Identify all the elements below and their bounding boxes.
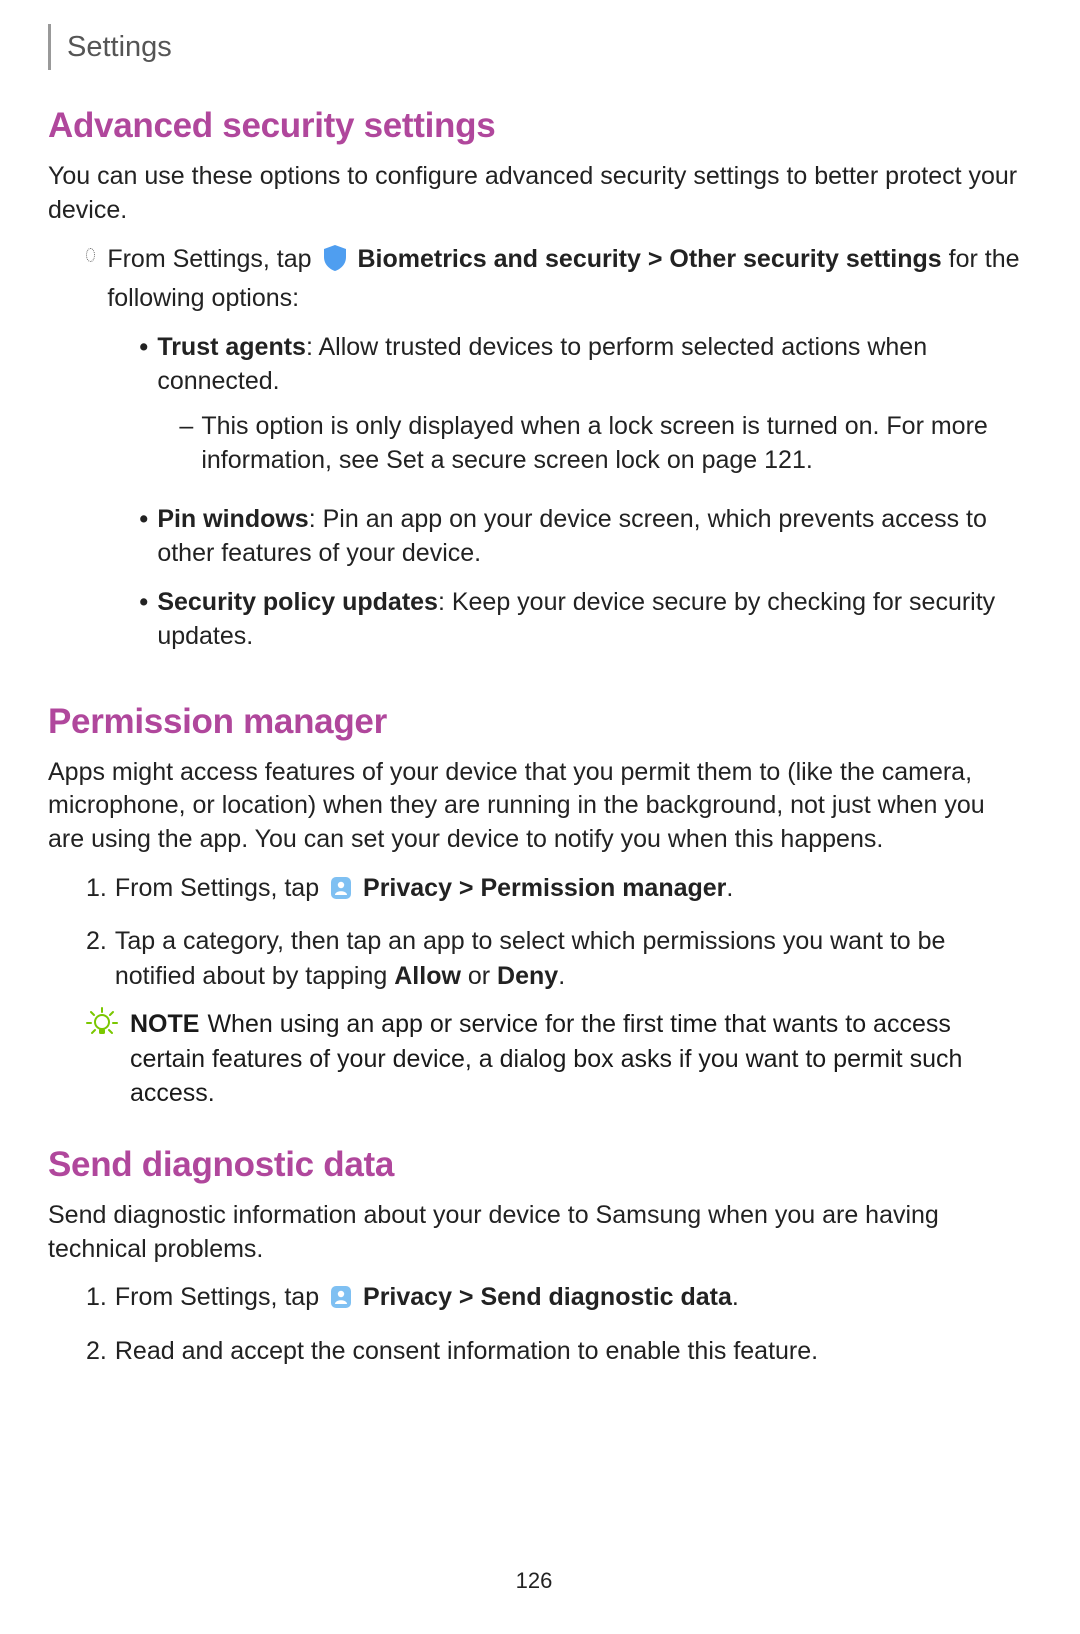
bullet-bold: Pin windows [157, 505, 308, 533]
bullet-bold: Trust agents [157, 333, 306, 361]
dash-list: – This option is only displayed when a l… [179, 409, 1020, 478]
bullet-dot-icon: • [139, 502, 157, 571]
bullet-list: • Trust agents: Allow trusted devices to… [139, 330, 1020, 654]
header-title: Settings [67, 31, 172, 64]
step-bold: Privacy > Send diagnostic data [363, 1283, 732, 1311]
intro-diagnostic: Send diagnostic information about your d… [48, 1199, 1020, 1267]
step-item: From Settings, tap Biometrics and securi… [86, 242, 1020, 668]
bullet-item: • Security policy updates: Keep your dev… [139, 585, 1020, 654]
circle-bullet-icon [86, 248, 95, 262]
step-before: From Settings, tap [115, 874, 326, 902]
dash-after: on page 121. [660, 446, 813, 474]
step-item: 2. Tap a category, then tap an app to se… [86, 924, 1020, 993]
heading-diagnostic: Send diagnostic data [48, 1145, 1020, 1185]
step-number: 1. [86, 1280, 107, 1320]
step-number: 1. [86, 871, 107, 911]
bullet-dot-icon: • [139, 585, 157, 654]
step-number: 2. [86, 1334, 107, 1369]
intro-advanced-security: You can use these options to configure a… [48, 160, 1020, 228]
bullet-item: • Trust agents: Allow trusted devices to… [139, 330, 1020, 488]
bullet-dot-icon: • [139, 330, 157, 488]
step-item: 1. From Settings, tap Privacy > Permissi… [86, 871, 1020, 911]
step-item: 1. From Settings, tap Privacy > Send dia… [86, 1280, 1020, 1320]
step-after: . [558, 962, 565, 990]
shield-icon [322, 244, 348, 282]
dash-icon: – [179, 409, 201, 478]
dash-link[interactable]: Set a secure screen lock [386, 446, 660, 474]
intro-permission-manager: Apps might access features of your devic… [48, 756, 1020, 857]
page-number: 126 [48, 1568, 1020, 1594]
step-bold: Biometrics and security > Other security… [357, 245, 941, 273]
note-label: NOTE [130, 1010, 199, 1038]
step-text: From Settings, tap [107, 245, 318, 273]
header-rule [48, 24, 51, 70]
heading-advanced-security: Advanced security settings [48, 106, 1020, 146]
step-after: . [726, 874, 733, 902]
page-header: Settings [48, 24, 1020, 70]
lightbulb-icon [86, 1017, 118, 1045]
step-mid: or [461, 962, 497, 990]
dash-item: – This option is only displayed when a l… [179, 409, 1020, 478]
step-list-diagnostic: 1. From Settings, tap Privacy > Send dia… [86, 1280, 1020, 1368]
step-list-permission: 1. From Settings, tap Privacy > Permissi… [86, 871, 1020, 994]
step-item: 2. Read and accept the consent informati… [86, 1334, 1020, 1369]
heading-permission-manager: Permission manager [48, 702, 1020, 742]
privacy-icon [329, 1284, 353, 1320]
step-list-advanced: From Settings, tap Biometrics and securi… [86, 242, 1020, 668]
note-text: When using an app or service for the fir… [130, 1010, 962, 1107]
step-before: From Settings, tap [115, 1283, 326, 1311]
privacy-icon [329, 875, 353, 911]
step-bold: Privacy > Permission manager [363, 874, 726, 902]
bullet-bold: Security policy updates [157, 588, 438, 616]
bullet-item: • Pin windows: Pin an app on your device… [139, 502, 1020, 571]
step-text: Read and accept the consent information … [115, 1337, 818, 1365]
step-after: . [732, 1283, 739, 1311]
step-bold: Allow [394, 962, 461, 990]
step-number: 2. [86, 924, 107, 993]
step-bold: Deny [497, 962, 558, 990]
note-block: NOTEWhen using an app or service for the… [86, 1007, 1020, 1111]
